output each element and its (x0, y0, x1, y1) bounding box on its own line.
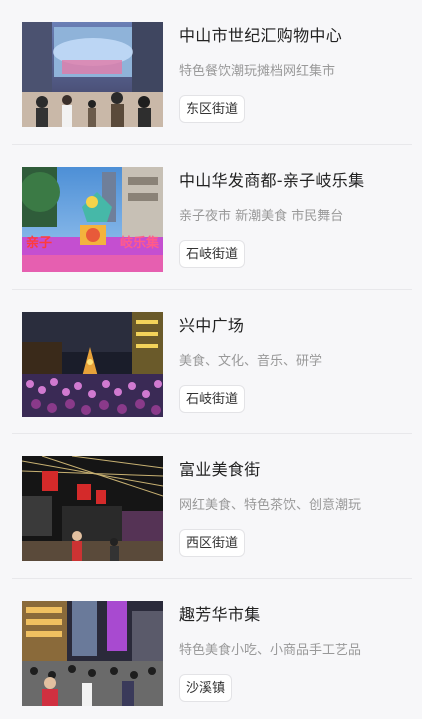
venue-photo[interactable]: 亲子 岐乐集 (22, 167, 163, 272)
venue-photo[interactable] (22, 312, 163, 417)
venue-description: 网红美食、特色茶饮、创意潮玩 (179, 498, 362, 513)
venue-district-tag: 西区街道 (179, 529, 246, 557)
venue-title[interactable]: 趣芳华市集 (179, 601, 261, 625)
neon-sign-left: 亲子 (26, 235, 52, 251)
venue-district-tag: 石岐街道 (179, 385, 246, 413)
venue-card[interactable]: 中山市世纪汇购物中心 特色餐饮潮玩摊档网红集市 东区街道 (0, 0, 422, 144)
venue-district-tag: 沙溪镇 (179, 674, 233, 702)
venue-card[interactable]: 富业美食街 网红美食、特色茶饮、创意潮玩 西区街道 (0, 434, 422, 578)
venue-description: 美食、文化、音乐、研学 (179, 354, 323, 369)
venue-list: 中山市世纪汇购物中心 特色餐饮潮玩摊档网红集市 东区街道 亲子 岐乐集 中山华发… (0, 0, 422, 719)
venue-district-tag: 石岐街道 (179, 240, 246, 268)
venue-photo[interactable] (22, 601, 163, 706)
venue-photo[interactable] (22, 456, 163, 561)
venue-title[interactable]: 中山市世纪汇购物中心 (179, 22, 342, 46)
venue-card[interactable]: 亲子 岐乐集 中山华发商都-亲子岐乐集 亲子夜市 新潮美食 市民舞台 石岐街道 (0, 145, 422, 289)
venue-title[interactable]: 富业美食街 (179, 456, 261, 480)
venue-district-tag: 东区街道 (179, 95, 246, 123)
venue-title[interactable]: 兴中广场 (179, 312, 244, 336)
venue-card[interactable]: 趣芳华市集 特色美食小吃、小商品手工艺品 沙溪镇 (0, 579, 422, 719)
neon-sign-right: 岐乐集 (120, 235, 160, 251)
venue-title[interactable]: 中山华发商都-亲子岐乐集 (179, 167, 364, 191)
venue-card[interactable]: 兴中广场 美食、文化、音乐、研学 石岐街道 (0, 290, 422, 434)
venue-photo[interactable] (22, 22, 163, 127)
venue-description: 亲子夜市 新潮美食 市民舞台 (179, 209, 344, 224)
venue-description: 特色美食小吃、小商品手工艺品 (179, 643, 362, 658)
venue-description: 特色餐饮潮玩摊档网红集市 (179, 64, 336, 79)
